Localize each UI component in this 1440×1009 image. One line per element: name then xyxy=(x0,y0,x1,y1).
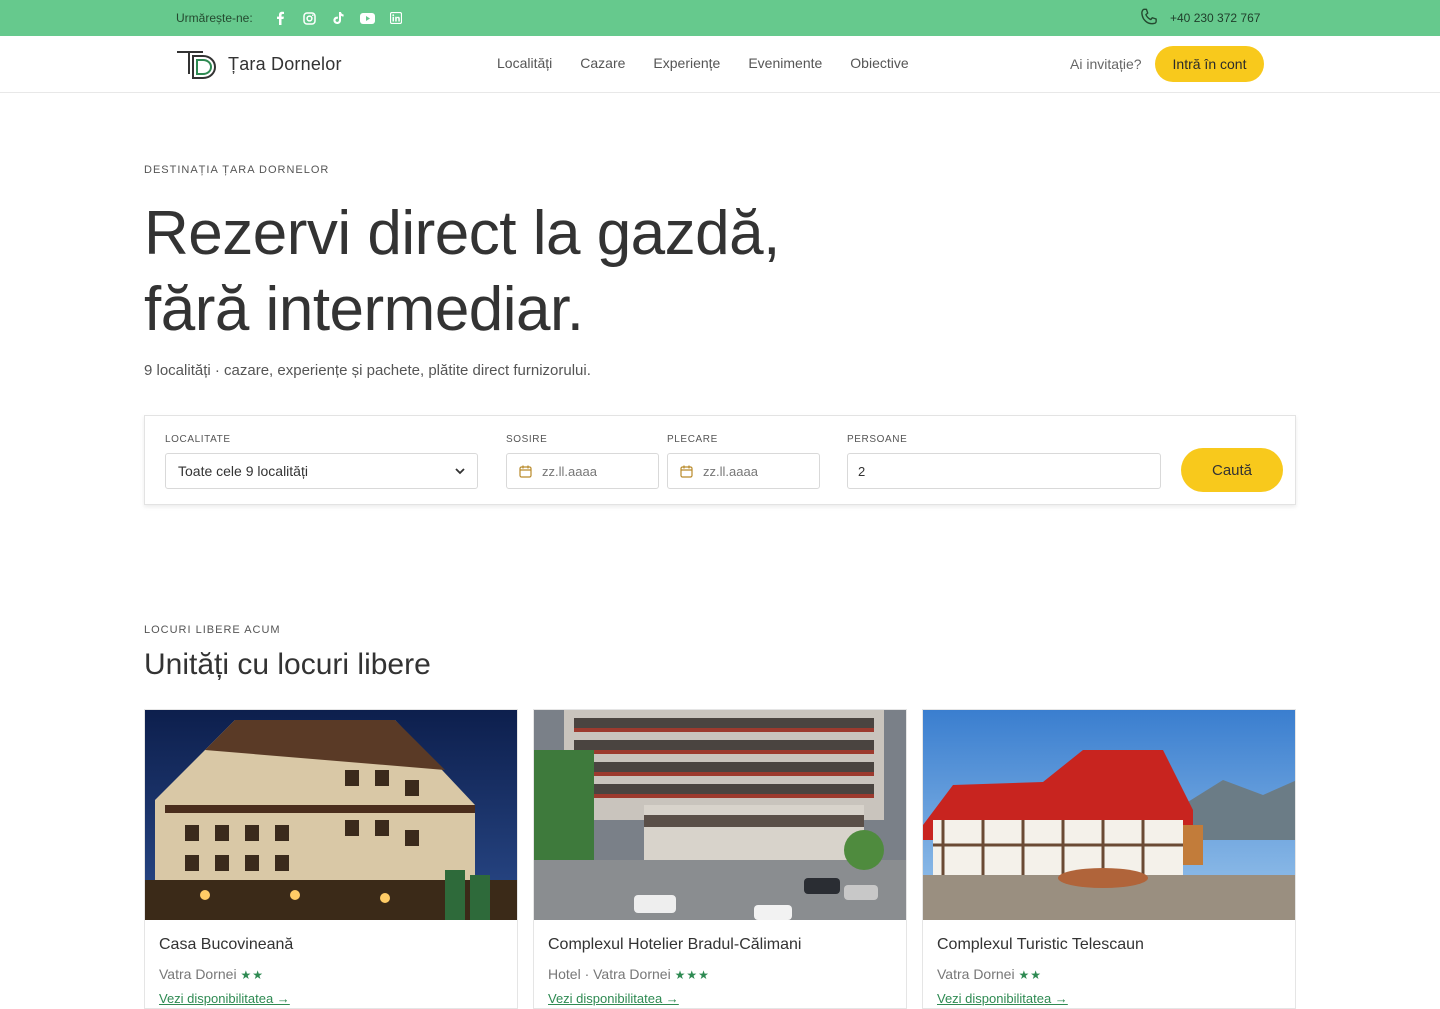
facebook-icon[interactable] xyxy=(272,10,288,26)
availability-link[interactable]: Vezi disponibilitatea → xyxy=(159,991,290,1006)
star-rating: ★★ xyxy=(240,968,264,982)
listing-meta: Vatra Dornei ★★ xyxy=(937,966,1042,982)
availability-link[interactable]: Vezi disponibilitatea → xyxy=(548,991,679,1006)
nav-item-obiective[interactable]: Obiective xyxy=(850,55,908,71)
listing-name[interactable]: Complexul Hotelier Bradul-Călimani xyxy=(548,936,801,954)
persons-label: PERSOANE xyxy=(847,434,908,445)
availability-link[interactable]: Vezi disponibilitatea → xyxy=(937,991,1068,1006)
follow-label: Urmărește-ne: xyxy=(176,11,253,25)
listing-location: Vatra Dornei xyxy=(159,966,237,982)
site-header: Țara Dornelor Localități Cazare Experien… xyxy=(0,36,1440,93)
listing-location: Hotel · Vatra Dornei xyxy=(548,966,671,982)
hero-subtitle: 9 localități · cazare, experiențe și pac… xyxy=(144,362,591,379)
tiktok-icon[interactable] xyxy=(330,10,346,26)
login-button[interactable]: Intră în cont xyxy=(1155,46,1264,82)
listings-eyebrow: LOCURI LIBERE ACUM xyxy=(144,624,281,636)
listing-name[interactable]: Casa Bucovineană xyxy=(159,936,293,954)
youtube-icon[interactable] xyxy=(359,10,375,26)
brand-name: Țara Dornelor xyxy=(228,53,342,74)
checkout-input[interactable]: zz.ll.aaaa xyxy=(667,453,820,489)
linkedin-icon[interactable] xyxy=(388,10,404,26)
hero-title-line-1: Rezervi direct la gazdă, xyxy=(144,199,780,268)
checkin-input[interactable]: zz.ll.aaaa xyxy=(506,453,659,489)
calendar-icon xyxy=(519,465,532,478)
listing-name[interactable]: Complexul Turistic Telescaun xyxy=(937,936,1144,954)
nav-item-experiente[interactable]: Experiențe xyxy=(653,55,720,71)
listing-card[interactable]: Complexul Turistic Telescaun Vatra Dorne… xyxy=(922,709,1296,1009)
checkin-placeholder: zz.ll.aaaa xyxy=(542,463,597,479)
social-links xyxy=(272,10,404,26)
checkout-placeholder: zz.ll.aaaa xyxy=(703,463,758,479)
location-label: LOCALITATE xyxy=(165,434,231,445)
checkin-label: SOSIRE xyxy=(506,434,548,445)
instagram-icon[interactable] xyxy=(301,10,317,26)
listing-card[interactable]: Complexul Hotelier Bradul-Călimani Hotel… xyxy=(533,709,907,1009)
listing-photo[interactable] xyxy=(534,710,906,920)
persons-input[interactable]: 2 xyxy=(847,453,1161,489)
brand-logo[interactable]: Țara Dornelor xyxy=(176,47,342,81)
listing-location: Vatra Dornei xyxy=(937,966,1015,982)
nav-item-localitati[interactable]: Localități xyxy=(497,55,552,71)
listing-meta: Vatra Dornei ★★ xyxy=(159,966,264,982)
location-selected-value: Toate cele 9 localități xyxy=(178,463,308,479)
location-select[interactable]: Toate cele 9 localități xyxy=(165,453,478,489)
listings-title: Unități cu locuri libere xyxy=(144,648,431,681)
invite-link[interactable]: Ai invitație? xyxy=(1070,56,1142,72)
hero-title-line-2: fără intermediar. xyxy=(144,275,584,344)
nav-item-cazare[interactable]: Cazare xyxy=(580,55,625,71)
hero-title: Rezervi direct la gazdă, fără intermedia… xyxy=(144,196,780,348)
phone-number: +40 230 372 767 xyxy=(1170,11,1261,25)
star-rating: ★★★ xyxy=(674,968,710,982)
star-rating: ★★ xyxy=(1018,968,1042,982)
chevron-down-icon xyxy=(455,467,465,474)
phone-icon xyxy=(1141,8,1157,25)
search-form: LOCALITATE Toate cele 9 localități SOSIR… xyxy=(144,415,1296,505)
top-bar: Urmărește-ne: +40 230 372 767 xyxy=(0,0,1440,36)
phone-contact[interactable]: +40 230 372 767 xyxy=(1138,7,1260,29)
hero-eyebrow: DESTINAȚIA ȚARA DORNELOR xyxy=(144,164,330,176)
listing-photo[interactable] xyxy=(923,710,1295,920)
calendar-icon xyxy=(680,465,693,478)
brand-logo-icon xyxy=(177,51,217,79)
listing-photo[interactable] xyxy=(145,710,517,920)
listing-meta: Hotel · Vatra Dornei ★★★ xyxy=(548,966,710,982)
main-nav: Localități Cazare Experiențe Evenimente … xyxy=(497,55,909,71)
search-button[interactable]: Caută xyxy=(1181,448,1283,492)
listing-cards: Casa Bucovineană Vatra Dornei ★★ Vezi di… xyxy=(144,709,1296,1009)
listing-card[interactable]: Casa Bucovineană Vatra Dornei ★★ Vezi di… xyxy=(144,709,518,1009)
persons-value: 2 xyxy=(858,463,866,479)
checkout-label: PLECARE xyxy=(667,434,718,445)
nav-item-evenimente[interactable]: Evenimente xyxy=(748,55,822,71)
